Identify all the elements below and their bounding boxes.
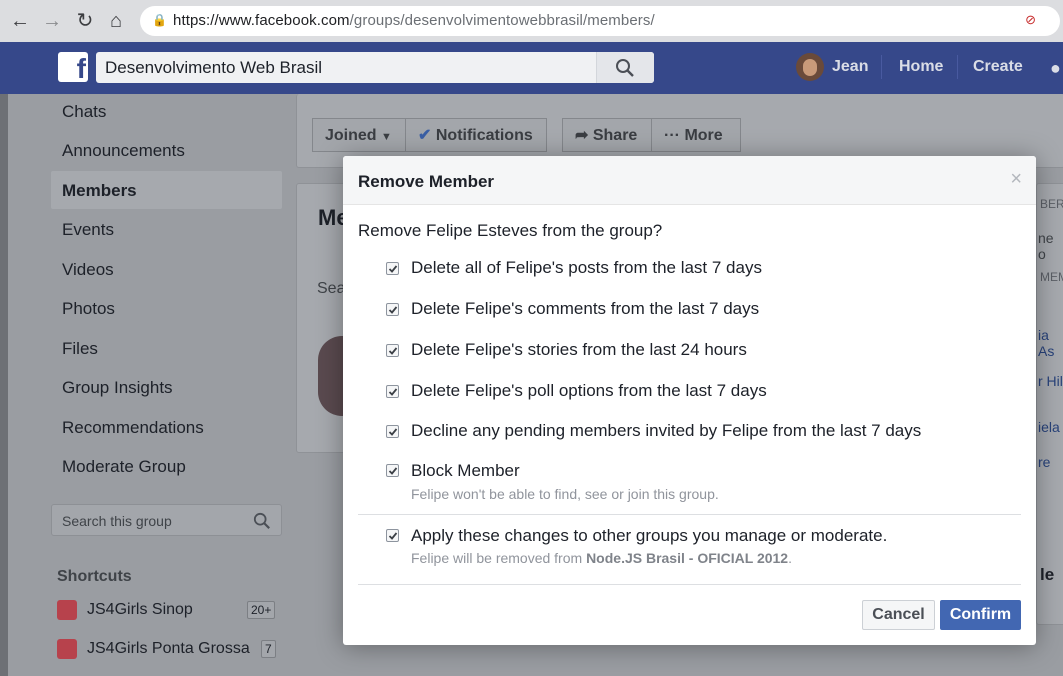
apply-note-suffix: . [788, 550, 792, 566]
group-search-placeholder: Search this group [62, 513, 172, 529]
sidebar-item-files[interactable]: Files [62, 339, 98, 359]
back-arrow-icon[interactable]: ← [8, 8, 32, 34]
checkbox-delete-comments[interactable] [386, 303, 399, 316]
right-fragment[interactable]: r Hil [1038, 373, 1063, 389]
sidebar-item-members[interactable]: Members [62, 181, 137, 201]
search-icon [253, 512, 270, 529]
confirm-button[interactable]: Confirm [940, 600, 1021, 630]
option-delete-poll-options[interactable]: Delete Felipe's poll options from the la… [411, 381, 767, 401]
group-icon [57, 639, 77, 659]
dialog-divider [358, 514, 1021, 515]
cancel-button[interactable]: Cancel [862, 600, 935, 630]
right-fragment: ne o [1038, 230, 1054, 262]
topbar-search-input[interactable]: Desenvolvimento Web Brasil [105, 58, 322, 78]
shortcut-badge: 20+ [247, 601, 276, 619]
dialog-header: Remove Member × [343, 156, 1036, 205]
address-bar[interactable]: 🔒 https://www.facebook.com/groups/desenv… [140, 6, 1060, 36]
sidebar-item-moderate-group[interactable]: Moderate Group [62, 457, 186, 477]
home-link[interactable]: Home [899, 58, 943, 76]
reload-icon[interactable]: ↻ [73, 8, 97, 34]
right-fragment: BERS [1040, 197, 1063, 211]
url-text: https://www.facebook.com/groups/desenvol… [173, 12, 655, 29]
sidebar-item-chats[interactable]: Chats [62, 102, 106, 122]
url-path: /groups/desenvolvimentowebbrasil/members… [349, 12, 655, 29]
right-fragment: le [1040, 565, 1055, 584]
shortcuts-heading: Shortcuts [57, 568, 132, 585]
member-search-fragment: Sea [317, 280, 346, 297]
check-icon: ✔ [418, 127, 432, 144]
share-label: Share [592, 127, 638, 144]
window-edge [0, 94, 8, 676]
option-delete-comments[interactable]: Delete Felipe's comments from the last 7… [411, 299, 759, 319]
facebook-logo-icon[interactable]: f [58, 52, 88, 82]
right-fragment[interactable]: re [1038, 454, 1050, 470]
remove-member-dialog: Remove Member × Remove Felipe Esteves fr… [343, 156, 1036, 645]
option-apply-other-groups[interactable]: Apply these changes to other groups you … [411, 526, 887, 546]
dialog-title: Remove Member [358, 172, 495, 191]
option-decline-pending[interactable]: Decline any pending members invited by F… [411, 421, 921, 441]
dialog-divider [358, 584, 1021, 585]
more-dots-icon: ··· [664, 127, 680, 144]
sidebar-item-videos[interactable]: Videos [62, 260, 114, 280]
checkbox-delete-posts[interactable] [386, 262, 399, 275]
sidebar-item-photos[interactable]: Photos [62, 299, 115, 319]
lock-icon: 🔒 [152, 13, 167, 27]
joined-button[interactable]: Joined ▼ [312, 118, 406, 152]
block-member-note: Felipe won't be able to find, see or joi… [411, 486, 719, 502]
sidebar-item-group-insights[interactable]: Group Insights [62, 378, 173, 398]
dialog-question: Remove Felipe Esteves from the group? [358, 221, 663, 240]
close-icon[interactable]: × [1010, 169, 1022, 189]
notifications-button[interactable]: ✔ Notifications [405, 118, 547, 152]
apply-note: Felipe will be removed from Node.JS Bras… [411, 550, 792, 566]
sidebar-item-announcements[interactable]: Announcements [62, 141, 185, 161]
profile-link[interactable]: Jean [832, 58, 868, 76]
checkbox-block-member[interactable] [386, 464, 399, 477]
url-host: https://www.facebook.com [173, 12, 350, 29]
sidebar-item-events[interactable]: Events [62, 220, 114, 240]
checkbox-decline-pending[interactable] [386, 425, 399, 438]
forward-arrow-icon[interactable]: → [40, 8, 64, 34]
option-delete-stories[interactable]: Delete Felipe's stories from the last 24… [411, 340, 747, 360]
chevron-down-icon: ▼ [381, 131, 392, 143]
notifications-label: Notifications [435, 127, 533, 144]
apply-note-prefix: Felipe will be removed from [411, 550, 587, 566]
nav-divider [957, 55, 958, 79]
sidebar-item-recommendations[interactable]: Recommendations [62, 418, 204, 438]
shortcut-badge: 7 [261, 640, 276, 658]
right-fragment[interactable]: ia As [1038, 327, 1063, 359]
shortcut-js4girls-ponta-grossa[interactable]: JS4Girls Ponta Grossa [87, 640, 250, 658]
apply-note-group: Node.JS Brasil - OFICIAL 2012 [586, 550, 789, 566]
share-icon: ➦ [575, 127, 589, 144]
create-link[interactable]: Create [973, 58, 1023, 76]
group-icon [57, 600, 77, 620]
right-fragment: MEM [1040, 270, 1063, 284]
extension-icon[interactable]: ⊘ [1025, 12, 1036, 28]
more-button[interactable]: ··· More [651, 118, 741, 152]
search-icon [616, 59, 634, 77]
share-button[interactable]: ➦ Share [562, 118, 652, 152]
home-icon[interactable]: ⌂ [104, 8, 128, 34]
group-search-input[interactable]: Search this group [51, 504, 282, 536]
checkbox-delete-stories[interactable] [386, 344, 399, 357]
topbar-search[interactable]: Desenvolvimento Web Brasil [96, 52, 654, 83]
friends-icon[interactable]: ● [1050, 58, 1061, 79]
checkbox-delete-poll-options[interactable] [386, 385, 399, 398]
shortcut-js4girls-sinop[interactable]: JS4Girls Sinop [87, 601, 193, 619]
more-label: More [684, 127, 723, 144]
nav-divider [881, 55, 882, 79]
avatar[interactable] [796, 53, 824, 81]
browser-toolbar: ← → ↻ ⌂ 🔒 https://www.facebook.com/group… [0, 0, 1063, 43]
joined-label: Joined [325, 127, 377, 144]
checkbox-apply-other-groups[interactable] [386, 529, 399, 542]
option-block-member[interactable]: Block Member [411, 461, 520, 481]
option-delete-posts[interactable]: Delete all of Felipe's posts from the la… [411, 258, 762, 278]
right-fragment[interactable]: iela [1038, 419, 1060, 435]
search-button[interactable] [596, 52, 654, 83]
